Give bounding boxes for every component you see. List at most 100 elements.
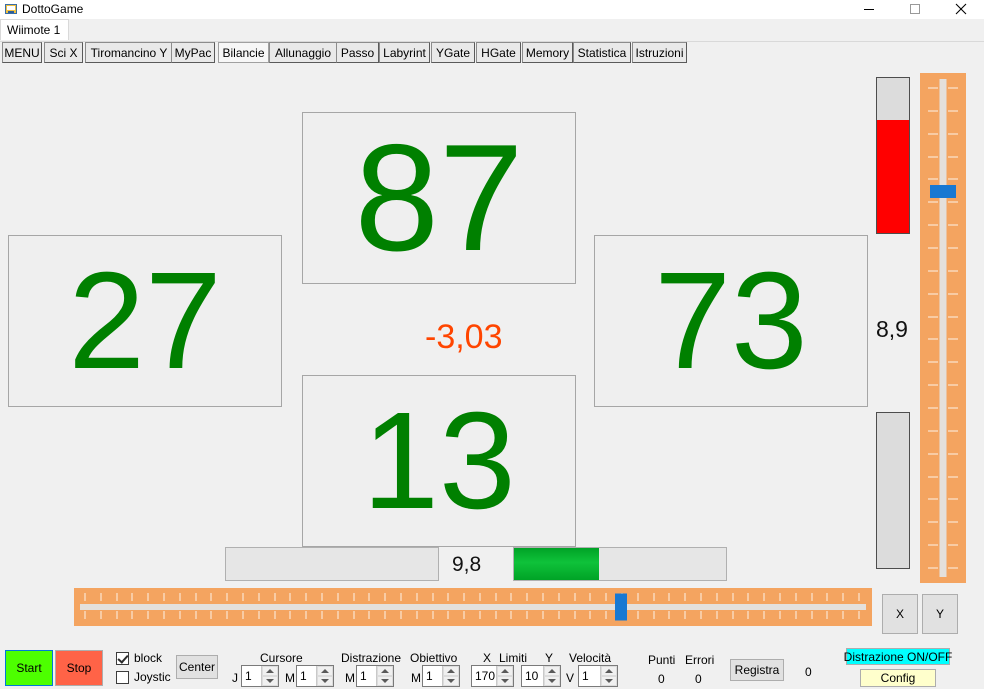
top-value: 87: [354, 113, 524, 283]
joystic-checkbox-box[interactable]: [116, 670, 129, 684]
block-checkbox[interactable]: block: [116, 651, 162, 665]
obiettivo-m-spinner[interactable]: 1: [422, 665, 460, 687]
slider-tick: [210, 611, 213, 619]
chevron-up-icon[interactable]: [497, 666, 513, 676]
chevron-down-icon[interactable]: [443, 676, 459, 686]
chevron-down-icon[interactable]: [262, 676, 278, 686]
cursore-j-spinner[interactable]: 1: [241, 665, 279, 687]
chevron-down-icon[interactable]: [377, 676, 393, 686]
chevron-down-icon[interactable]: [601, 676, 617, 686]
maximize-icon[interactable]: [892, 0, 938, 18]
close-icon[interactable]: [938, 0, 984, 18]
slider-tick: [557, 593, 560, 601]
config-button[interactable]: Config: [860, 669, 936, 687]
slider-tick: [368, 611, 371, 619]
vertical-slider-thumb[interactable]: [930, 185, 956, 199]
nav-button-istruzioni[interactable]: Istruzioni: [632, 42, 687, 63]
chevron-down-icon[interactable]: [497, 676, 513, 686]
slider-tick: [368, 593, 371, 601]
cursore-j-value[interactable]: 1: [242, 666, 261, 686]
stop-button[interactable]: Stop: [55, 650, 103, 686]
slider-tick: [305, 611, 308, 619]
slider-tick: [928, 429, 938, 432]
nav-button-sci-x[interactable]: Sci X: [44, 42, 83, 63]
horizontal-slider-rail: [80, 604, 866, 610]
dottogame-window: DottoGame Wiimote 1 MENU Sci X Tiromancino…: [0, 0, 984, 689]
start-button[interactable]: Start: [5, 650, 53, 686]
tab-wiimote-1[interactable]: Wiimote 1: [0, 19, 70, 40]
limiti-x-value[interactable]: 170: [472, 666, 496, 686]
nav-button-statistica[interactable]: Statistica: [573, 42, 631, 63]
limiti-y-spinner[interactable]: 10: [521, 665, 561, 687]
slider-tick: [589, 611, 592, 619]
velocita-spinner[interactable]: 1: [578, 665, 618, 687]
joystic-checkbox[interactable]: Joystic: [116, 670, 171, 684]
chevron-up-icon[interactable]: [443, 666, 459, 676]
progress-bar-left: [225, 547, 439, 581]
distrazione-m-prefix: M: [345, 671, 355, 685]
group-obiettivo-title: Obiettivo: [410, 651, 458, 665]
velocita-arrows[interactable]: [600, 666, 617, 686]
horizontal-slider[interactable]: [74, 588, 872, 626]
nav-button-labyrint[interactable]: Labyrint: [379, 42, 430, 63]
slider-tick: [84, 593, 86, 601]
limiti-x-arrows[interactable]: [496, 666, 513, 686]
cursore-m-value[interactable]: 1: [297, 666, 316, 686]
obiettivo-m-arrows[interactable]: [442, 666, 459, 686]
panel-top-value: 87: [302, 112, 576, 284]
slider-tick: [415, 593, 418, 601]
axis-y-button-label: Y: [935, 607, 944, 621]
center-button[interactable]: Center: [176, 655, 218, 679]
chevron-down-icon[interactable]: [317, 676, 333, 686]
distrazione-m-spinner[interactable]: 1: [356, 665, 394, 687]
chevron-down-icon[interactable]: [544, 676, 560, 686]
chevron-up-icon[interactable]: [262, 666, 278, 676]
slider-tick: [928, 247, 938, 249]
slider-tick: [352, 593, 355, 601]
axis-x-button[interactable]: X: [882, 594, 918, 634]
slider-tick: [948, 384, 958, 387]
chevron-up-icon[interactable]: [317, 666, 333, 676]
chevron-up-icon[interactable]: [601, 666, 617, 676]
punti-value: 0: [658, 672, 665, 686]
chevron-up-icon[interactable]: [377, 666, 393, 676]
distrazione-toggle-button[interactable]: Distrazione ON/OFF: [844, 648, 952, 665]
cursore-j-arrows[interactable]: [261, 666, 278, 686]
nav-button-hgate[interactable]: HGate: [476, 42, 521, 63]
nav-button-memory[interactable]: Memory: [522, 42, 573, 63]
velocita-value[interactable]: 1: [579, 666, 600, 686]
nav-button-tiromancino-y[interactable]: Tiromancino Y: [85, 42, 173, 63]
slider-tick: [715, 593, 718, 601]
group-cursore-title: Cursore: [260, 651, 303, 665]
vertical-slider[interactable]: [920, 73, 966, 583]
nav-button-menu[interactable]: MENU: [2, 42, 42, 63]
limiti-x-spinner[interactable]: 170: [471, 665, 514, 687]
cursore-m-spinner[interactable]: 1: [296, 665, 334, 687]
limiti-y-value[interactable]: 10: [522, 666, 543, 686]
slider-tick: [573, 593, 576, 601]
block-checkbox-box[interactable]: [116, 651, 129, 665]
slider-tick: [928, 132, 938, 135]
slider-tick: [948, 315, 958, 318]
limiti-y-arrows[interactable]: [543, 666, 560, 686]
slider-tick: [948, 292, 958, 295]
obiettivo-m-value[interactable]: 1: [423, 666, 442, 686]
axis-y-button[interactable]: Y: [922, 594, 958, 634]
chevron-up-icon[interactable]: [544, 666, 560, 676]
slider-tick: [928, 109, 938, 112]
registra-button[interactable]: Registra: [730, 659, 784, 681]
distrazione-m-value[interactable]: 1: [357, 666, 376, 686]
cursore-m-arrows[interactable]: [316, 666, 333, 686]
slider-tick: [289, 611, 292, 619]
slider-tick: [763, 593, 766, 601]
distrazione-m-arrows[interactable]: [376, 666, 393, 686]
horizontal-slider-thumb[interactable]: [614, 593, 627, 621]
nav-button-allunaggio[interactable]: Allunaggio: [269, 42, 337, 63]
nav-button-bilancie[interactable]: Bilancie: [218, 42, 269, 63]
nav-button-ygate[interactable]: YGate: [431, 42, 475, 63]
slider-tick: [194, 611, 197, 619]
nav-button-passo[interactable]: Passo: [336, 42, 379, 63]
slider-tick: [948, 155, 958, 158]
minimize-icon[interactable]: [846, 0, 892, 18]
nav-button-mypac[interactable]: MyPac: [171, 42, 215, 63]
